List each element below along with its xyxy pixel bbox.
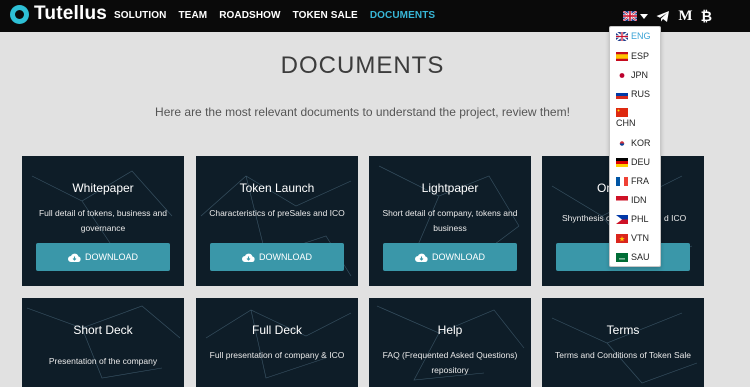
korea-flag-icon [616, 138, 628, 148]
nav-item-roadshow[interactable]: ROADSHOW [219, 10, 280, 21]
language-option-sau[interactable]: SAU [616, 252, 650, 262]
document-card-token-launch: Token Launch Characteristics of preSales… [196, 156, 358, 286]
card-title: Token Launch [239, 181, 315, 195]
card-description-tail: d ICO [664, 213, 687, 223]
france-flag-icon [616, 176, 628, 186]
language-label: FRA [631, 176, 649, 186]
language-label: RUS [631, 89, 651, 99]
language-dropdown: ENG ESP JPN RUS CHN KOR DEU FRA IDN PHL … [609, 26, 661, 267]
japan-flag-icon [616, 70, 628, 80]
language-option-eng[interactable]: ENG [616, 31, 651, 41]
network-background [542, 298, 704, 387]
indonesia-flag-icon [616, 195, 628, 205]
card-title: Lightpaper [421, 181, 479, 195]
language-option-phl[interactable]: PHL [616, 214, 649, 224]
uk-flag-icon [616, 31, 628, 41]
language-label: DEU [631, 157, 651, 167]
network-background [22, 298, 184, 387]
germany-flag-icon [616, 157, 628, 167]
language-option-chn[interactable]: CHN [616, 108, 636, 128]
card-description: Full detail of tokens, business and gove… [38, 208, 168, 233]
language-selector[interactable] [623, 11, 649, 21]
language-option-fra[interactable]: FRA [616, 176, 649, 186]
download-button[interactable]: DOWNLOAD [36, 243, 170, 271]
document-card-whitepaper: Whitepaper Full detail of tokens, busine… [22, 156, 184, 286]
language-label: VTN [631, 233, 649, 243]
chevron-down-icon [640, 13, 649, 19]
download-button-label: DOWNLOAD [84, 252, 138, 262]
language-option-deu[interactable]: DEU [616, 157, 650, 167]
card-title: Help [437, 323, 463, 337]
china-flag-icon [616, 108, 628, 117]
card-title: Whitepaper [72, 181, 134, 195]
network-background [196, 298, 358, 387]
brand-name: Tutellus [34, 3, 108, 24]
card-title: Full Deck [251, 323, 302, 337]
card-description: Short detail of company, tokens and busi… [382, 208, 518, 233]
download-button[interactable]: DOWNLOAD [210, 243, 344, 271]
language-label: KOR [631, 138, 651, 148]
nav-item-solution[interactable]: SOLUTION [114, 10, 166, 21]
uk-flag-icon [623, 11, 638, 21]
card-description: Full presentation of company & ICO [209, 350, 345, 360]
language-label: CHN [616, 118, 636, 128]
language-option-jpn[interactable]: JPN [616, 70, 648, 80]
language-option-vtn[interactable]: VTN [616, 233, 649, 243]
nav-actions: M ₿ [623, 7, 712, 25]
saudi-flag-icon [616, 252, 628, 262]
document-card-short-deck: Short Deck Presentation of the company [22, 298, 184, 387]
main-menu: SOLUTION TEAM ROADSHOW TOKEN SALE DOCUME… [114, 10, 435, 21]
logo-icon [10, 4, 29, 24]
card-description: Terms and Conditions of Token Sale [555, 350, 691, 360]
language-label: PHL [631, 214, 649, 224]
nav-item-token-sale[interactable]: TOKEN SALE [293, 10, 358, 21]
card-title: Terms [606, 323, 640, 337]
document-card-help: Help FAQ (Frequented Asked Questions) re… [369, 298, 531, 387]
language-label: ENG [631, 31, 651, 41]
philippines-flag-icon [616, 214, 628, 224]
card-description: FAQ (Frequented Asked Questions) reposit… [382, 350, 518, 375]
cloud-download-icon [241, 253, 255, 262]
cloud-download-icon [67, 253, 81, 262]
language-label: ESP [631, 51, 650, 61]
russia-flag-icon [616, 89, 628, 99]
nav-item-team[interactable]: TEAM [178, 10, 207, 21]
download-button-label: DOWNLOAD [431, 252, 485, 262]
language-option-esp[interactable]: ESP [616, 51, 649, 61]
language-label: IDN [631, 195, 647, 205]
download-button[interactable]: DOWNLOAD [383, 243, 517, 271]
language-label: SAU [631, 252, 650, 262]
cloud-download-icon [414, 253, 428, 262]
download-button-label: DOWNLOAD [258, 252, 312, 262]
card-description: Characteristics of preSales and ICO [209, 208, 345, 218]
language-option-idn[interactable]: IDN [616, 195, 647, 205]
brand-logo[interactable]: Tutellus [10, 3, 107, 25]
medium-icon[interactable]: M [678, 7, 692, 25]
vietnam-flag-icon [616, 233, 628, 243]
card-description: Shynthesis o [562, 213, 611, 223]
language-option-rus[interactable]: RUS [616, 89, 650, 99]
language-label: JPN [631, 70, 649, 80]
telegram-icon[interactable] [656, 10, 670, 23]
card-title: Short Deck [73, 323, 133, 337]
document-card-lightpaper: Lightpaper Short detail of company, toke… [369, 156, 531, 286]
nav-item-documents[interactable]: DOCUMENTS [370, 10, 435, 21]
document-card-terms: Terms Terms and Conditions of Token Sale [542, 298, 704, 387]
language-option-kor[interactable]: KOR [616, 138, 651, 148]
card-description: Presentation of the company [48, 356, 158, 366]
document-card-full-deck: Full Deck Full presentation of company &… [196, 298, 358, 387]
bitcoin-icon[interactable]: ₿ [701, 7, 712, 25]
spain-flag-icon [616, 51, 628, 61]
